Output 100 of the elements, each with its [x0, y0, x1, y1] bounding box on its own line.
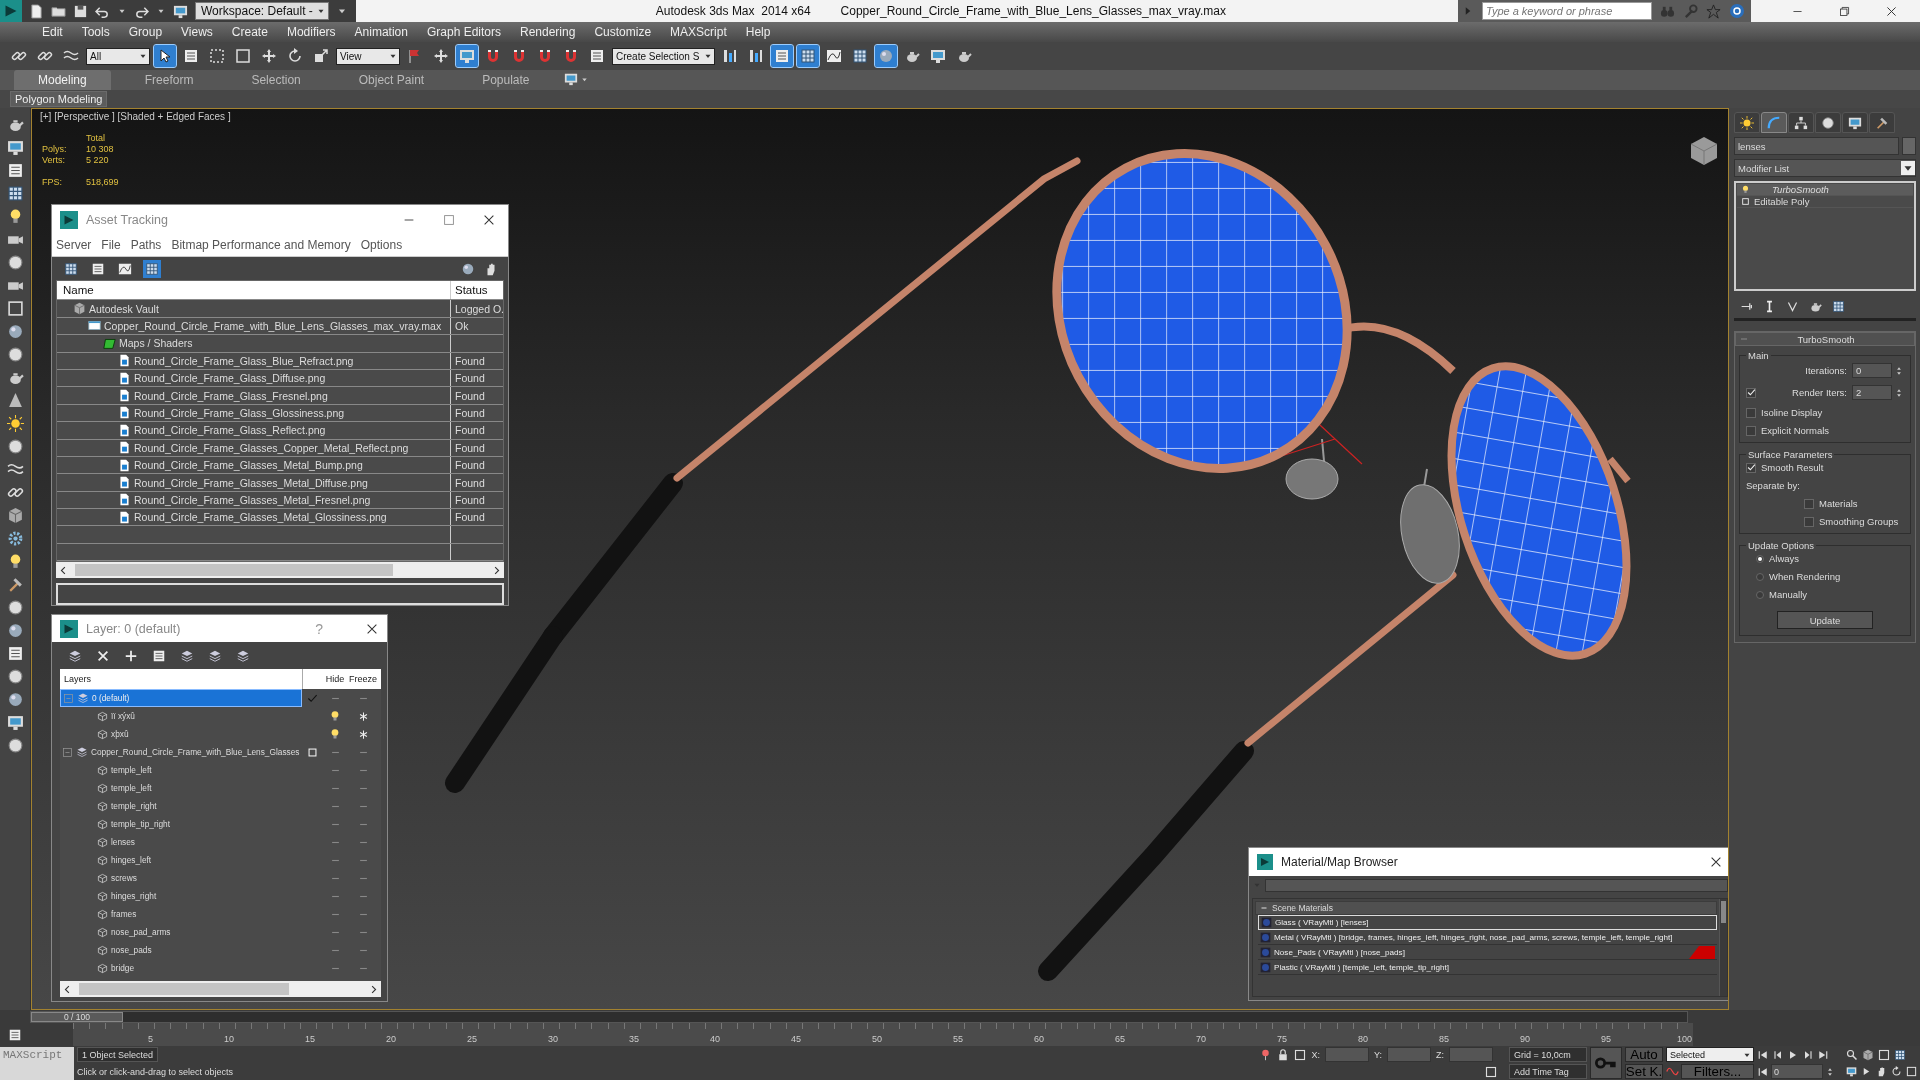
menu-item[interactable]: Help [745, 25, 771, 39]
ribbon-tab[interactable]: Populate [458, 70, 554, 90]
tick-label: 100 [1676, 1034, 1692, 1044]
layer-name[interactable]: frames [111, 909, 137, 919]
menu-item[interactable]: File [101, 238, 121, 253]
layer-name[interactable]: temple_right [111, 801, 157, 811]
layer-name[interactable]: lenses [111, 837, 135, 847]
tick-label: 25 [467, 1034, 477, 1044]
modifier-stack[interactable]: TurboSmooth Editable Poly [1734, 181, 1916, 291]
column-header[interactable]: Freeze [347, 669, 379, 689]
layer-name[interactable]: xþxû [111, 729, 129, 739]
update-button[interactable]: Update [1777, 611, 1873, 629]
status-text: Found [455, 441, 485, 454]
menu-item[interactable]: Paths [130, 238, 162, 253]
menu-item[interactable]: Bitmap Performance and Memory [171, 238, 351, 253]
prompt-text: Click or click-and-drag to select objects [77, 1066, 234, 1077]
column-header[interactable]: Status [450, 281, 503, 300]
time-slider[interactable]: 0 / 100 [30, 1010, 1688, 1023]
timeline-ruler[interactable]: 5 10 15 20 25 30 35 40 45 50 55 60 65 70 75 80 85 90 95 100 [73, 1023, 1693, 1046]
file-name[interactable]: Round_Circle_Frame_Glasses_Metal_Glossiness.png [134, 511, 387, 524]
file-name[interactable]: Round_Circle_Frame_Glasses_Metal_Bump.png [134, 459, 363, 472]
menu-item[interactable]: Create [231, 25, 268, 39]
layer-name[interactable]: temple_left [111, 765, 152, 775]
layer-name[interactable]: temple_tip_right [111, 819, 171, 829]
file-name[interactable]: Round_Circle_Frame_Glasses_Metal_Diffuse.png [134, 476, 368, 489]
file-name[interactable]: Round_Circle_Frame_Glasses_Copper_Metal_Reflect.png [134, 441, 409, 454]
selection-info: 1 Object Selected [77, 1047, 159, 1062]
material-item[interactable]: Glass ( VRayMtl ) [lenses] [1258, 915, 1717, 930]
file-name[interactable]: Round_Circle_Frame_Glass_Blue_Refract.png [134, 354, 354, 367]
dropdown[interactable]: All [86, 47, 150, 65]
coordinate-label: X: [1311, 1049, 1320, 1060]
dropdown[interactable]: Create Selection S [612, 47, 716, 65]
spinner-field[interactable]: 0 [1852, 363, 1892, 378]
layer-name[interactable]: 0 (default) [92, 693, 130, 703]
time-slider-thumb[interactable]: 0 / 100 [31, 1011, 123, 1022]
ribbon-tab[interactable]: Object Paint [334, 70, 449, 90]
menu-item[interactable]: Rendering [520, 25, 576, 39]
layer-name[interactable]: nose_pad_arms [111, 927, 171, 937]
modifier-item[interactable]: Editable Poly [1754, 196, 1810, 207]
ribbon-tab[interactable]: Freeform [120, 70, 218, 90]
file-name[interactable]: Maps / Shaders [119, 337, 193, 350]
file-name[interactable]: Round_Circle_Frame_Glass_Fresnel.png [134, 389, 328, 402]
tick-label: 40 [710, 1034, 720, 1044]
column-header[interactable]: Hide [323, 669, 347, 689]
menu-item[interactable]: Customize [594, 25, 652, 39]
viewport-label[interactable]: [+] [Perspective ] [Shaded + Edged Faces ] [40, 111, 231, 122]
spinner-field[interactable]: 2 [1852, 385, 1892, 400]
menu-item[interactable]: MAXScript [670, 25, 727, 39]
material-item[interactable]: Plastic ( VRayMtl ) [temple_left, temple_tip_right] [1258, 960, 1717, 975]
layer-name[interactable]: Copper_Round_Circle_Frame_with_Blue_Lens_Glasses [91, 747, 300, 757]
group-label: Main [1747, 350, 1770, 361]
menu-item[interactable]: Server [56, 238, 92, 253]
group-label: Update Options [1747, 540, 1815, 551]
column-header[interactable]: Layers [60, 669, 302, 689]
modifier-list-dropdown[interactable]: Modifier List [1734, 159, 1916, 177]
layer-name[interactable]: hinges_left [111, 855, 152, 865]
file-name: Copper_Round_Circle_Frame_with_Blue_Lens_Glasses_max_vray.max [840, 4, 1226, 18]
ribbon-tab[interactable]: Modeling [14, 70, 111, 90]
layer-name[interactable]: ïï xýxû [111, 711, 135, 721]
menu-item[interactable]: Tools [81, 25, 110, 39]
file-name[interactable]: Autodesk Vault [89, 302, 159, 315]
object-name-field[interactable]: lenses [1734, 137, 1899, 155]
workspace-dropdown[interactable]: Workspace: Default - [195, 2, 329, 20]
search-field[interactable]: Type a keyword or phrase [1482, 2, 1652, 20]
frame-field[interactable]: 0 [1771, 1064, 1823, 1079]
dropdown[interactable]: View [336, 47, 400, 65]
file-name[interactable]: Round_Circle_Frame_Glass_Diffuse.png [134, 372, 326, 385]
menu-item[interactable]: Graph Editors [426, 25, 501, 39]
group-label: Surface Parameters [1747, 449, 1834, 460]
add-time-tag-button[interactable]: Add Time Tag [1509, 1064, 1587, 1079]
menu-item[interactable]: Animation [354, 25, 408, 39]
file-name[interactable]: Round_Circle_Frame_Glass_Reflect.png [134, 424, 326, 437]
control-label: Isoline Display [1761, 407, 1823, 418]
material-item[interactable]: Nose_Pads ( VRayMtl ) [nose_pads] [1258, 945, 1717, 960]
file-name[interactable]: Round_Circle_Frame_Glasses_Metal_Fresnel.png [134, 493, 371, 506]
material-item[interactable]: Metal ( VRayMtl ) [bridge, frames, hinges_left, hinges_right, nose_pad_arms, screws, temple_left, temple_right] [1258, 930, 1717, 945]
menu-item[interactable]: Options [360, 238, 403, 253]
menu-item[interactable]: Group [128, 25, 163, 39]
ribbon-tab[interactable]: Selection [227, 70, 325, 90]
group-header[interactable]: Scene Materials [1272, 903, 1333, 913]
control-label: Manually [1769, 589, 1808, 600]
tick-label: 20 [386, 1034, 396, 1044]
layer-name[interactable]: screws [111, 873, 137, 883]
stat-value: 5 220 [86, 155, 110, 165]
layer-name[interactable]: bridge [111, 963, 135, 973]
tick-label: 15 [305, 1034, 315, 1044]
file-name[interactable]: Round_Circle_Frame_Glass_Glossiness.png [134, 406, 345, 419]
menu-item[interactable]: Edit [42, 25, 63, 39]
column-header[interactable]: Name [57, 281, 450, 300]
layer-name[interactable]: temple_left [111, 783, 152, 793]
menu-item[interactable]: Views [181, 25, 213, 39]
menu-item[interactable]: Modifiers [286, 25, 336, 39]
status-text: Found [455, 354, 485, 367]
control-label: Smoothing Groups [1819, 516, 1899, 527]
key-filter-dropdown[interactable]: Selected [1666, 1047, 1754, 1062]
stats-heading: Total [86, 133, 106, 143]
file-name[interactable]: Copper_Round_Circle_Frame_with_Blue_Lens_Glasses_max_vray.max [104, 320, 442, 332]
ribbon-panel-button[interactable]: Polygon Modeling [10, 91, 108, 107]
layer-name[interactable]: hinges_right [111, 891, 157, 901]
layer-name[interactable]: nose_pads [111, 945, 152, 955]
